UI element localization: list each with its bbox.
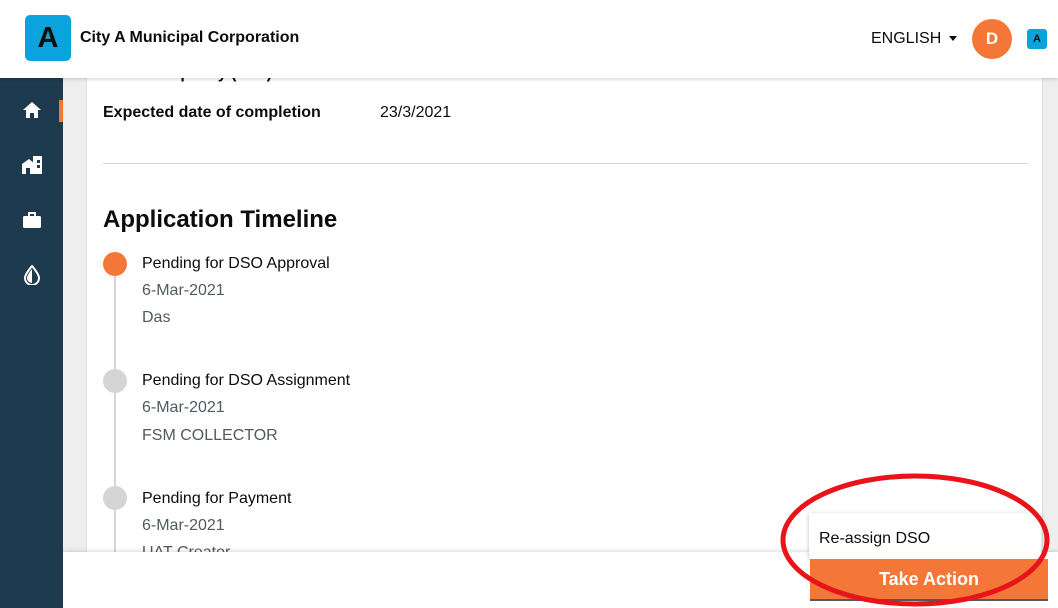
caret-down-icon <box>949 36 958 42</box>
sidebar-item-properties[interactable] <box>0 145 63 185</box>
timeline-step-user: FSM COLLECTOR <box>142 427 278 444</box>
timeline-connector <box>114 262 116 570</box>
completion-date-label: Expected date of completion <box>103 104 321 121</box>
building-icon <box>21 156 42 174</box>
sidebar-item-fsm[interactable] <box>0 255 63 295</box>
timeline-dot <box>103 369 127 393</box>
section-divider <box>103 163 1028 164</box>
timeline-step-user: Das <box>142 309 171 326</box>
timeline-step-status: Pending for DSO Assignment <box>142 372 351 389</box>
briefcase-icon <box>22 212 41 228</box>
city-logo: A <box>25 15 71 61</box>
timeline-step-date: 6-Mar-2021 <box>142 282 225 299</box>
application-details-card: Vehicle capacity (Ltrs) 1000 Expected da… <box>87 50 1042 570</box>
timeline-dot-active <box>103 252 127 276</box>
water-drop-icon <box>23 265 40 285</box>
menu-item-reassign-dso[interactable]: Re-assign DSO <box>819 530 930 548</box>
language-dropdown[interactable]: ENGLISH <box>871 30 958 48</box>
language-label: ENGLISH <box>871 30 942 47</box>
action-menu: Re-assign DSO <box>809 513 1041 559</box>
timeline-step-date: 6-Mar-2021 <box>142 517 225 534</box>
timeline-step-status: Pending for DSO Approval <box>142 255 330 272</box>
timeline-dot <box>103 486 127 510</box>
sidebar <box>0 78 63 608</box>
take-action-button[interactable]: Take Action <box>810 559 1048 601</box>
timeline-step-date: 6-Mar-2021 <box>142 399 225 416</box>
city-name: City A Municipal Corporation <box>80 29 300 46</box>
timeline-title: Application Timeline <box>103 206 338 233</box>
timeline-step-status: Pending for Payment <box>142 490 292 507</box>
user-avatar[interactable]: D <box>972 19 1012 59</box>
state-logo: A <box>1027 29 1047 49</box>
completion-date-value: 23/3/2021 <box>380 104 452 121</box>
sidebar-item-home[interactable] <box>0 90 63 130</box>
home-icon <box>22 102 41 118</box>
top-header: A City A Municipal Corporation ENGLISH D… <box>0 0 1058 78</box>
sidebar-item-services[interactable] <box>0 200 63 240</box>
